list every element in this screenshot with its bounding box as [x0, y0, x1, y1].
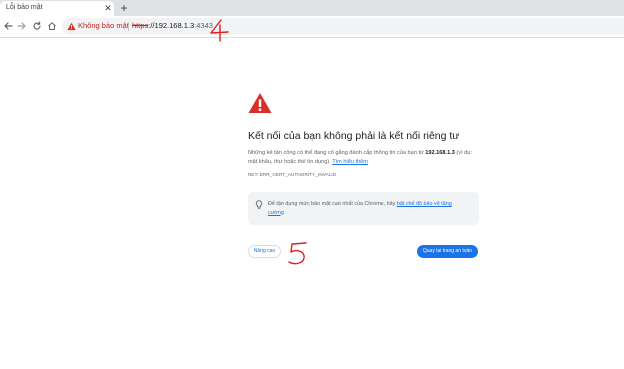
close-icon[interactable]: ✕	[103, 2, 113, 14]
warning-triangle-icon	[248, 93, 272, 113]
annotation-number-5: 5	[288, 242, 307, 265]
error-code[interactable]: NET::ERR_CERT_AUTHORITY_INVALID	[248, 172, 336, 177]
annotation-number-4: 4	[210, 19, 229, 42]
advanced-button[interactable]: Nâng cao	[248, 245, 281, 258]
enhanced-text-start: Để tận dụng mức bảo mật cao nhất của Chr…	[268, 201, 397, 207]
back-to-safety-button[interactable]: Quay lại trang an toàn	[417, 245, 478, 258]
arrow-left-icon[interactable]	[1, 19, 15, 33]
toolbar: Không bảo mật https://192.168.1.3:4343	[0, 16, 624, 38]
page-title: Kết nối của bạn không phải là kết nối ri…	[248, 130, 460, 142]
enhanced-protection-text: Để tận dụng mức bảo mật cao nhất của Chr…	[268, 200, 468, 217]
explanation-text-start: Những kẻ tấn công có thể đang cố gắng đá…	[248, 150, 426, 156]
home-icon[interactable]	[45, 19, 59, 33]
address-bar[interactable]: Không bảo mật https://192.168.1.3:4343	[62, 18, 624, 35]
arrow-right-icon[interactable]	[15, 19, 29, 33]
url-scheme: https	[132, 21, 149, 30]
omnibox-divider	[128, 22, 129, 31]
reload-icon[interactable]	[30, 19, 44, 33]
tab-title: Lỗi bảo mật	[6, 4, 43, 11]
tab-security-error[interactable]: Lỗi bảo mật ✕	[0, 1, 114, 16]
tab-strip: Lỗi bảo mật ✕ +	[0, 0, 624, 16]
enhanced-protection-box: Để tận dụng mức bảo mật cao nhất của Chr…	[248, 192, 479, 225]
learn-more-link[interactable]: Tìm hiểu thêm	[332, 159, 368, 165]
explanation-paragraph: Những kẻ tấn công có thể đang cố gắng đá…	[248, 149, 480, 166]
lightbulb-icon	[255, 200, 263, 209]
url-host: ://192.168.1.3	[148, 21, 195, 30]
plus-icon[interactable]: +	[118, 0, 130, 16]
url-text[interactable]: https://192.168.1.3:4343	[132, 21, 213, 30]
not-secure-label[interactable]: Không bảo mật	[78, 21, 129, 30]
warning-triangle-icon[interactable]	[67, 22, 76, 31]
explanation-host: 192.168.1.3	[425, 150, 455, 156]
